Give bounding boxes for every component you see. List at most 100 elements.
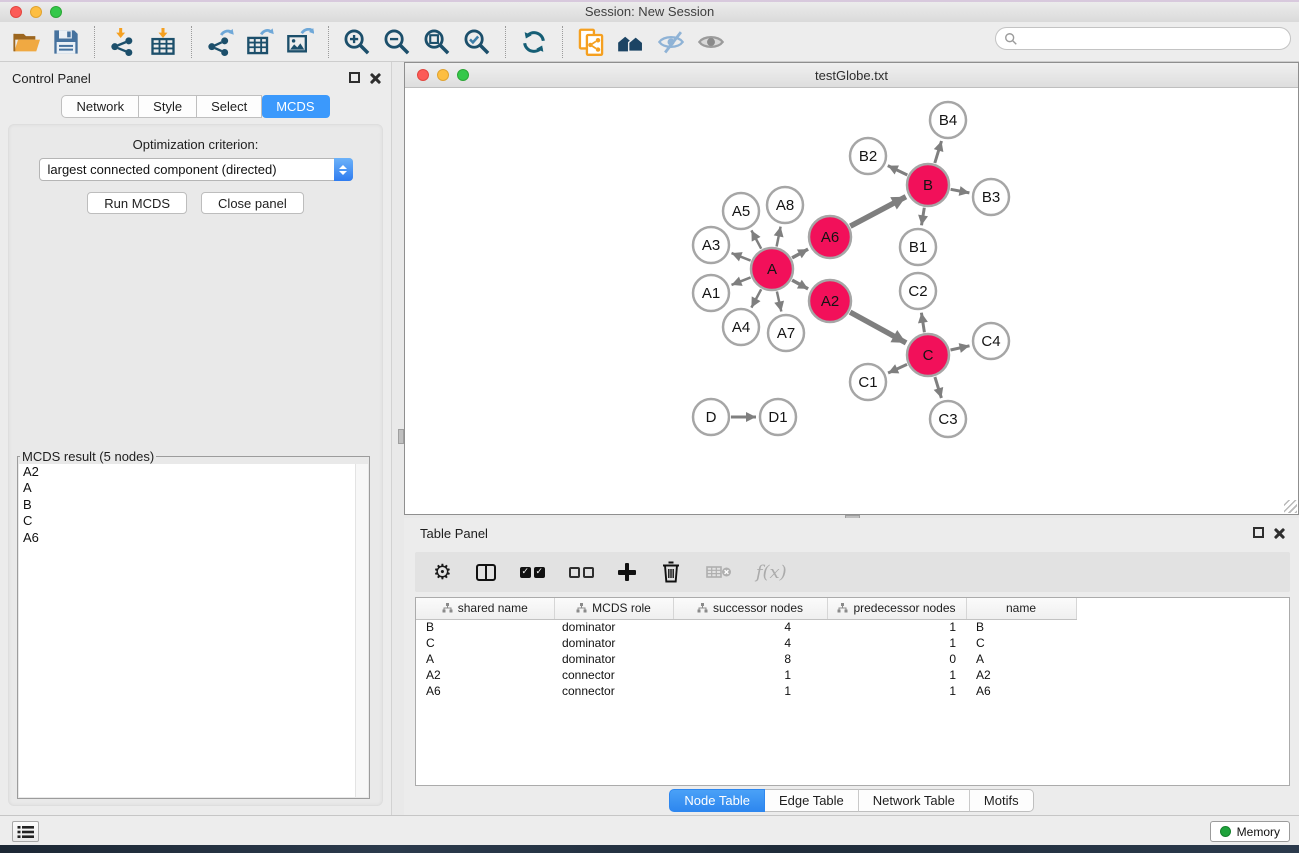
column-header-successor-nodes[interactable]: successor nodes — [673, 598, 827, 619]
function-builder-icon[interactable]: f(x) — [756, 558, 787, 586]
toggle-columns-icon[interactable] — [476, 558, 496, 586]
table-cell[interactable]: A2 — [966, 667, 1076, 683]
import-network-icon[interactable] — [105, 25, 141, 59]
graph-node-A8[interactable]: A8 — [767, 187, 803, 223]
tab-node-table[interactable]: Node Table — [669, 789, 765, 812]
minimize-window-button[interactable] — [30, 6, 42, 18]
table-cell[interactable]: 1 — [827, 683, 966, 699]
graph-node-B2[interactable]: B2 — [850, 138, 886, 174]
close-network-button[interactable] — [417, 69, 429, 81]
table-cell[interactable]: 1 — [673, 667, 827, 683]
run-mcds-button[interactable]: Run MCDS — [87, 192, 187, 214]
add-row-icon[interactable] — [618, 558, 636, 586]
table-cell[interactable]: 1 — [827, 635, 966, 651]
tab-edge-table[interactable]: Edge Table — [765, 789, 859, 812]
graph-edge-A-A5[interactable] — [751, 230, 761, 248]
zoom-selected-icon[interactable] — [459, 25, 495, 59]
graph-node-A7[interactable]: A7 — [768, 315, 804, 351]
table-cell[interactable]: 0 — [827, 651, 966, 667]
new-network-from-selection-icon[interactable] — [573, 25, 609, 59]
mcds-result-item[interactable]: B — [19, 497, 368, 513]
graph-node-D[interactable]: D — [693, 399, 729, 435]
table-cell[interactable]: dominator — [554, 651, 673, 667]
graph-edge-A-A8[interactable] — [777, 227, 781, 247]
graph-edge-B-B3[interactable] — [951, 189, 970, 193]
table-cell[interactable]: 1 — [827, 667, 966, 683]
graph-node-B3[interactable]: B3 — [973, 179, 1009, 215]
table-cell[interactable]: A6 — [966, 683, 1076, 699]
resize-grip-icon[interactable] — [1284, 500, 1297, 513]
graph-node-C2[interactable]: C2 — [900, 273, 936, 309]
column-header-name[interactable]: name — [966, 598, 1076, 619]
table-cell[interactable]: 1 — [673, 683, 827, 699]
zoom-out-icon[interactable] — [379, 25, 415, 59]
criterion-dropdown[interactable]: largest connected component (directed) — [39, 158, 353, 181]
window-titlebar[interactable]: Session: New Session — [0, 0, 1299, 22]
deselect-all-rows-icon[interactable] — [569, 558, 594, 586]
table-cell[interactable]: connector — [554, 667, 673, 683]
table-cell[interactable]: C — [966, 635, 1076, 651]
mcds-result-item[interactable]: A6 — [19, 530, 368, 546]
network-window-titlebar[interactable]: testGlobe.txt — [405, 63, 1298, 88]
column-header-mcds-role[interactable]: MCDS role — [554, 598, 673, 619]
graph-edge-B-B1[interactable] — [922, 208, 925, 226]
table-cell[interactable]: dominator — [554, 635, 673, 651]
settings-gear-icon[interactable]: ⚙ — [433, 558, 452, 586]
memory-button[interactable]: Memory — [1210, 821, 1290, 842]
save-session-icon[interactable] — [48, 25, 84, 59]
zoom-window-button[interactable] — [50, 6, 62, 18]
graph-node-A4[interactable]: A4 — [723, 309, 759, 345]
table-cell[interactable]: connector — [554, 683, 673, 699]
graph-edge-C-C3[interactable] — [935, 377, 942, 398]
task-history-button[interactable] — [12, 821, 39, 842]
graph-node-B1[interactable]: B1 — [900, 229, 936, 265]
float-table-panel-icon[interactable] — [1253, 527, 1264, 538]
zoom-fit-icon[interactable] — [419, 25, 455, 59]
network-vertical-scroll-nub[interactable] — [398, 429, 404, 444]
open-session-icon[interactable] — [8, 25, 44, 59]
table-cell[interactable]: A6 — [416, 683, 554, 699]
table-cell[interactable]: 4 — [673, 619, 827, 635]
table-row[interactable]: Cdominator41C — [416, 635, 1077, 651]
float-panel-icon[interactable] — [349, 72, 360, 83]
tab-select[interactable]: Select — [197, 95, 262, 118]
table-cell[interactable]: dominator — [554, 619, 673, 635]
zoom-in-icon[interactable] — [339, 25, 375, 59]
tab-network[interactable]: Network — [61, 95, 139, 118]
graph-edge-A2-C[interactable] — [850, 312, 906, 343]
minimize-network-button[interactable] — [437, 69, 449, 81]
table-row[interactable]: Adominator80A — [416, 651, 1077, 667]
graph-edge-A-A3[interactable] — [732, 253, 751, 261]
table-row[interactable]: A2connector11A2 — [416, 667, 1077, 683]
tab-mcds[interactable]: MCDS — [262, 95, 329, 118]
table-row[interactable]: Bdominator41B — [416, 619, 1077, 635]
graph-node-C3[interactable]: C3 — [930, 401, 966, 437]
table-cell[interactable]: A — [416, 651, 554, 667]
graph-node-A5[interactable]: A5 — [723, 193, 759, 229]
network-canvas[interactable]: B4B2BB3A5A8A6A3B1AA1C2A2A4A7C4CC1C3DD1 — [405, 88, 1298, 514]
graph-node-C[interactable]: C — [907, 334, 949, 376]
import-table-icon[interactable] — [145, 25, 181, 59]
graph-edge-C-C2[interactable] — [921, 313, 924, 333]
result-scrollbar[interactable] — [355, 464, 368, 797]
export-image-icon[interactable] — [282, 25, 318, 59]
graph-edge-C-C1[interactable] — [888, 364, 907, 373]
graph-node-A[interactable]: A — [751, 248, 793, 290]
graph-edge-B-B4[interactable] — [935, 141, 942, 163]
mcds-result-item[interactable]: A2 — [19, 464, 368, 480]
refresh-view-icon[interactable] — [516, 25, 552, 59]
tab-network-table[interactable]: Network Table — [859, 789, 970, 812]
graph-node-A6[interactable]: A6 — [809, 216, 851, 258]
graph-node-B[interactable]: B — [907, 164, 949, 206]
table-cell[interactable]: B — [966, 619, 1076, 635]
select-all-rows-icon[interactable]: ✓✓ — [520, 558, 545, 586]
graph-edge-A-A4[interactable] — [751, 289, 761, 307]
table-cell[interactable]: C — [416, 635, 554, 651]
close-window-button[interactable] — [10, 6, 22, 18]
mcds-result-list[interactable]: A2ABCA6 — [19, 464, 368, 797]
export-network-icon[interactable] — [202, 25, 238, 59]
tab-style[interactable]: Style — [139, 95, 197, 118]
search-field[interactable] — [995, 27, 1291, 50]
graph-edge-A-A7[interactable] — [777, 292, 781, 312]
column-header-shared-name[interactable]: shared name — [416, 598, 554, 619]
